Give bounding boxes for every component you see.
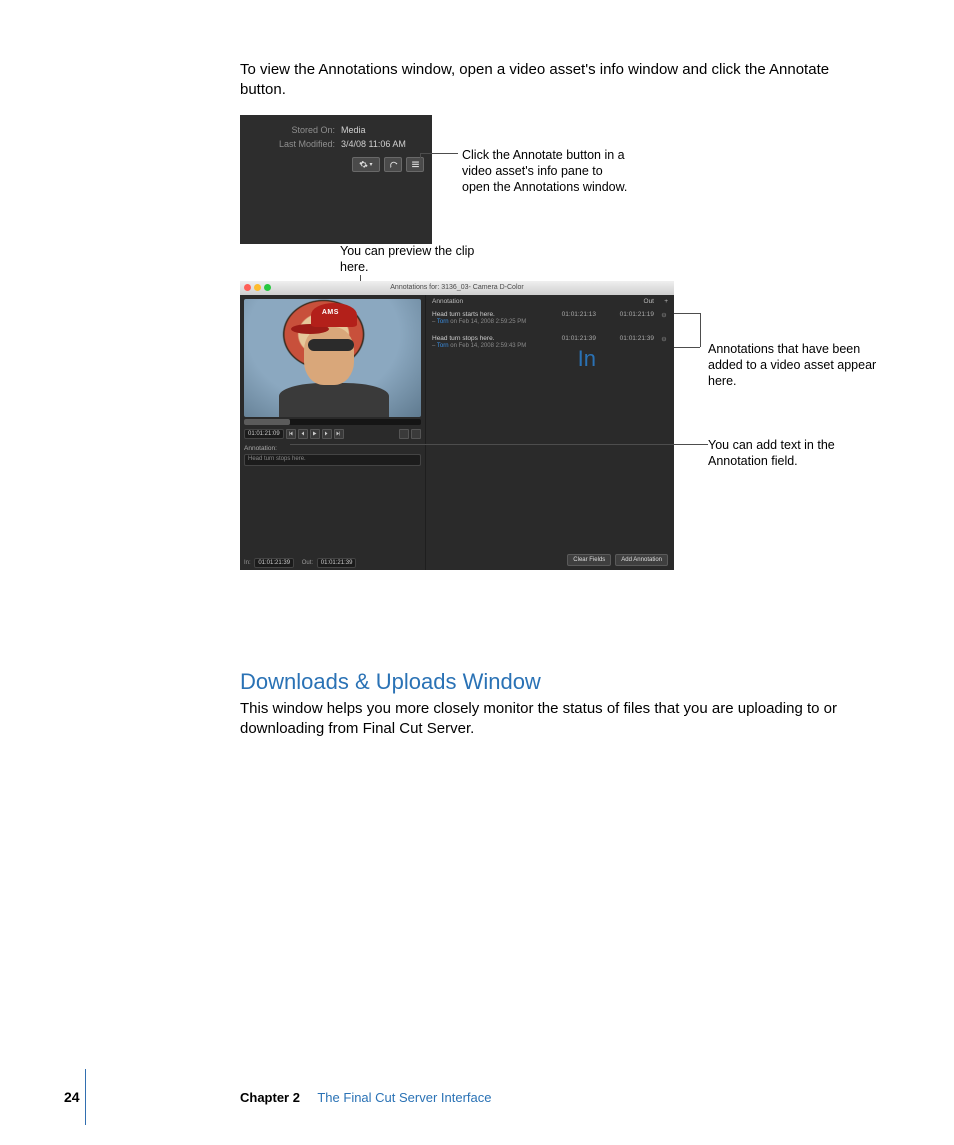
clear-fields-button[interactable]: Clear Fields [567,554,611,566]
clip-preview[interactable]: AMS [244,299,421,417]
play-button[interactable] [310,429,320,439]
annotation-field-label: Annotation: [244,445,421,452]
out-timecode: 01:01:21:39 [317,558,357,568]
last-modified-label: Last Modified: [240,139,335,149]
annotations-list-callout: Annotations that have been added to a vi… [708,341,878,389]
annotate-list-icon [411,160,420,169]
annotation-user: Torn [437,343,449,349]
callout-leader [420,153,421,165]
figure-info-pane: Stored On: Media Last Modified: 3/4/08 1… [240,115,864,265]
last-modified-value: 3/4/08 11:06 AM [341,139,406,149]
traffic-lights[interactable] [244,284,271,291]
chapter-label: Chapter 2 [240,1090,300,1105]
delete-annotation-icon[interactable]: ⊖ [660,335,668,343]
preview-pane: AMS 01:01:21:09 A [240,295,426,570]
annotation-user: Torn [437,319,449,325]
annotation-byline: – Torn on Feb 14, 2008 2:59:25 PM [432,319,668,325]
minimize-icon[interactable] [254,284,261,291]
refresh-button[interactable] [384,157,402,172]
window-titlebar: Annotations for: 3136_03- Camera D-Color [240,281,674,295]
chapter-title: The Final Cut Server Interface [317,1090,491,1105]
in-timecode: 01:01:21:39 [254,558,294,568]
annotation-text-field[interactable]: Head turn stops here. [244,454,421,466]
callout-leader [700,313,701,347]
row-in: 01:01:21:13 [544,311,596,319]
annotation-row[interactable]: Head turn stops here. – Torn on Feb 14, … [432,335,668,349]
cap-logo-text: AMS [322,309,339,316]
go-end-button[interactable] [334,429,344,439]
step-fwd-button[interactable] [322,429,332,439]
footer-divider [85,1069,86,1125]
current-timecode: 01:01:21:09 [244,429,284,439]
zoom-icon[interactable] [264,284,271,291]
go-start-button[interactable] [286,429,296,439]
annotation-row[interactable]: Head turn starts here. – Torn on Feb 14,… [432,311,668,325]
callout-leader [420,153,458,154]
page-number: 24 [64,1089,80,1105]
row-out: 01:01:21:39 [602,335,654,343]
annotations-list-pane: Annotation In Out + Head turn starts her… [426,295,674,570]
preview-callout: You can preview the clip here. [340,243,480,275]
figure-annotations-window: You can preview the clip here. Annotatio… [240,281,864,621]
callout-leader [674,347,700,348]
playhead-scrubber[interactable] [244,419,421,425]
add-annotation-button[interactable]: Add Annotation [615,554,668,566]
info-pane-screenshot: Stored On: Media Last Modified: 3/4/08 1… [240,115,432,244]
delete-annotation-icon[interactable]: ⊖ [660,311,668,319]
mark-out-button[interactable] [411,429,421,439]
annotate-button[interactable] [406,157,424,172]
stored-on-value: Media [341,125,366,135]
section-body: This window helps you more closely monit… [240,699,864,740]
row-in: 01:01:21:39 [544,335,596,343]
section-heading-downloads-uploads: Downloads & Uploads Window [240,669,864,695]
in-label: In: [244,560,251,566]
out-label: Out: [302,560,313,566]
mark-in-button[interactable] [399,429,409,439]
intro-paragraph: To view the Annotations window, open a v… [240,60,864,101]
annotation-byline: – Torn on Feb 14, 2008 2:59:43 PM [432,343,668,349]
close-icon[interactable] [244,284,251,291]
col-in: In [544,346,596,372]
row-out: 01:01:21:19 [602,311,654,319]
annotation-field-callout: You can add text in the Annotation field… [708,437,878,469]
refresh-icon [389,160,398,169]
callout-leader [290,444,708,445]
stored-on-label: Stored On: [240,125,335,135]
gear-menu-button[interactable]: ▾ [352,157,380,172]
step-back-button[interactable] [298,429,308,439]
window-title: Annotations for: 3136_03- Camera D-Color [390,284,523,291]
annotate-button-callout: Click the Annotate button in a video ass… [462,147,632,195]
gear-icon [359,160,368,169]
callout-leader [674,313,700,314]
annotations-window-screenshot: Annotations for: 3136_03- Camera D-Color… [240,281,674,570]
